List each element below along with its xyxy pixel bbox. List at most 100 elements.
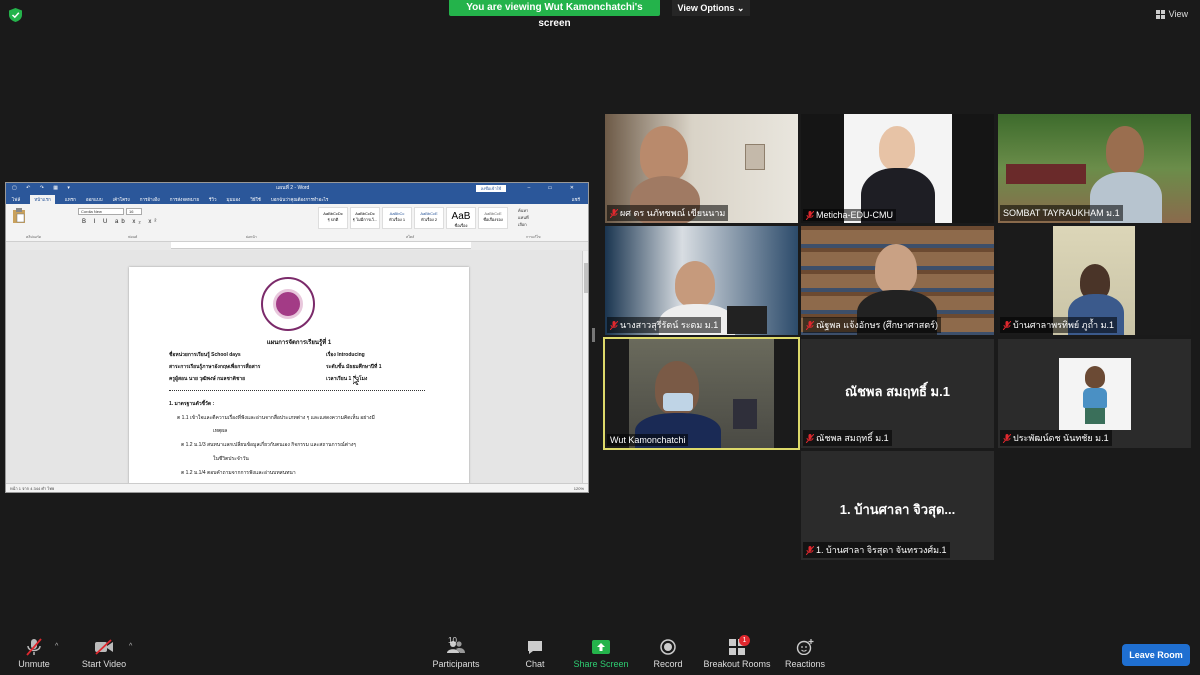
chat-icon bbox=[520, 638, 550, 656]
indicator-line: ต 1.1 เข้าใจและตีความเรื่องที่ฟังและอ่าน… bbox=[177, 415, 375, 421]
style-no-spacing: AaBbCcDc ¶ ไม่มีการเว้... bbox=[350, 207, 380, 229]
active-speaker-tile[interactable]: Wut Kamonchatchi bbox=[603, 337, 800, 450]
leave-room-button[interactable]: Leave Room bbox=[1122, 644, 1190, 666]
logo-emblem bbox=[273, 289, 303, 319]
reactions-button[interactable]: Reactions bbox=[784, 638, 826, 669]
doc-row-left: ชื่อหน่วยการเรียนรู้ School days bbox=[169, 352, 241, 358]
quick-access-toolbar: ▢ ↶ ↷ ▦ ▾ bbox=[12, 185, 74, 191]
video-tile[interactable]: ประพัฒน์ดช นันทชัย ม.1 bbox=[998, 339, 1191, 448]
muted-mic-icon bbox=[806, 320, 814, 330]
view-button[interactable]: View bbox=[1155, 9, 1188, 19]
wall-picture bbox=[745, 144, 765, 170]
group-label-clipboard: คลิปบอร์ด bbox=[26, 235, 42, 239]
muted-mic-icon bbox=[610, 208, 618, 218]
word-ribbon: Cordia New 16 B I U ab x₂ x² AaBbCcDc ¶ ป… bbox=[6, 204, 588, 242]
tab-home: หน้าแรก bbox=[30, 194, 55, 204]
audio-options-caret[interactable]: ^ bbox=[55, 643, 58, 650]
security-shield-icon[interactable] bbox=[9, 8, 22, 22]
sign-in-button: ลงชื่อเข้าใช้ bbox=[476, 185, 506, 192]
participant-name: SOMBAT TAYRAUKHAM ม.1 bbox=[1003, 208, 1120, 218]
video-tile[interactable]: Meticha-EDU-CMU bbox=[801, 114, 994, 223]
view-options-label: View Options bbox=[677, 3, 735, 13]
unmute-button[interactable]: Unmute bbox=[14, 638, 54, 669]
tab-review: รีวิว bbox=[209, 196, 217, 202]
tab-file: ไฟล์ bbox=[12, 196, 21, 202]
paste-icon bbox=[13, 208, 25, 223]
breakout-rooms-icon: 1 bbox=[702, 635, 772, 656]
participant-name: ณัชพล สมฤทธิ์ ม.1 bbox=[816, 433, 889, 443]
document-heading: แผนการจัดการเรียนรู้ที่ 1 bbox=[266, 340, 332, 346]
participant-face bbox=[879, 126, 915, 170]
participant-name-tag: บ้านศาลาพรทิพย์ ภูถ้ำ ม.1 bbox=[1000, 317, 1118, 333]
video-options-caret[interactable]: ^ bbox=[129, 643, 132, 650]
vertical-scrollbar bbox=[582, 251, 588, 484]
muted-mic-icon bbox=[610, 320, 618, 330]
section-heading: 1. มาตรฐานตัวชี้วัด : bbox=[169, 401, 215, 407]
wall-picture bbox=[733, 399, 757, 429]
share-screen-label: Share Screen bbox=[573, 659, 629, 669]
video-tile[interactable]: 1. บ้านศาลา จิวสุด... 1. บ้านศาลา จิรสุด… bbox=[801, 451, 994, 560]
share-screen-icon bbox=[572, 638, 630, 656]
participants-button[interactable]: 10 Participants bbox=[430, 636, 482, 669]
tab-layout: เค้าโครง bbox=[112, 196, 130, 202]
video-tile[interactable]: ผศ ดร นภัทชพณ์ เขียนนาม bbox=[605, 114, 798, 223]
doc-row-right: เรื่อง Introducing bbox=[326, 352, 365, 358]
face-mask bbox=[663, 393, 693, 411]
muted-microphone-icon bbox=[14, 638, 54, 656]
shared-screen-word-window: ▢ ↶ ↷ ▦ ▾ แผนที่ 2 - Word ลงชื่อเข้าใช้ … bbox=[5, 182, 589, 493]
style-title: AaB ชื่อเรื่อง bbox=[446, 207, 476, 229]
chat-label: Chat bbox=[525, 659, 545, 669]
video-tile[interactable]: ณัชพล สมฤทธิ์ ม.1 ณัชพล สมฤทธิ์ ม.1 bbox=[801, 339, 994, 448]
word-title-bar: ▢ ↶ ↷ ▦ ▾ แผนที่ 2 - Word ลงชื่อเข้าใช้ … bbox=[6, 183, 588, 194]
group-label-paragraph: ย่อหน้า bbox=[246, 235, 257, 239]
avatar-shorts bbox=[1085, 408, 1105, 424]
breakout-rooms-label: Breakout Rooms bbox=[703, 659, 771, 669]
word-status-bar: หน้า 1 จาก 4 344 คำ ไทย 120% bbox=[6, 483, 588, 492]
participant-name-tag: Wut Kamonchatchi bbox=[607, 434, 689, 446]
breakout-rooms-button[interactable]: 1 Breakout Rooms bbox=[702, 635, 772, 669]
video-tile[interactable]: นางสาวสุรีรัตน์ ระดม ม.1 bbox=[605, 226, 798, 335]
participant-name-tag: 1. บ้านศาลา จิรสุดา จันทรวงศ์ม.1 bbox=[803, 542, 950, 558]
chat-button[interactable]: Chat bbox=[520, 638, 550, 669]
tab-design: ออกแบบ bbox=[85, 196, 103, 202]
replace-button: แทนที่ bbox=[518, 215, 529, 220]
participant-name-tag: ประพัฒน์ดช นันทชัย ม.1 bbox=[1000, 430, 1112, 446]
style-normal: AaBbCcDc ¶ ปกติ bbox=[318, 207, 348, 229]
start-video-button[interactable]: Start Video bbox=[80, 638, 128, 669]
grid-view-icon bbox=[1155, 9, 1165, 19]
participant-face bbox=[875, 244, 917, 294]
tab-insert: แทรก bbox=[64, 196, 76, 202]
view-label: View bbox=[1168, 9, 1188, 19]
reactions-icon bbox=[784, 638, 826, 656]
dotted-divider bbox=[169, 390, 425, 391]
scroll-thumb bbox=[584, 263, 588, 293]
document-title: แผนที่ 2 - Word bbox=[276, 185, 310, 191]
horizontal-ruler bbox=[171, 242, 471, 249]
tab-references: การอ้างอิง bbox=[139, 196, 160, 202]
style-name: ชื่อเรื่องรอง bbox=[483, 217, 503, 222]
participant-count: 10 bbox=[448, 636, 457, 645]
select-button: เลือก bbox=[518, 222, 527, 227]
style-name: ¶ ปกติ bbox=[327, 217, 339, 222]
tab-help: วิธีใช้ bbox=[250, 196, 261, 202]
video-tile[interactable]: SOMBAT TAYRAUKHAM ม.1 bbox=[998, 114, 1191, 223]
editing-group: ค้นหา แทนที่ เลือก bbox=[518, 207, 529, 228]
share-screen-button[interactable]: Share Screen bbox=[572, 638, 630, 669]
avatar-shirt bbox=[1083, 388, 1107, 408]
style-heading-1: AaBbCc หัวเรื่อง 1 bbox=[382, 207, 412, 229]
chevron-down-icon: ⌄ bbox=[736, 3, 745, 13]
participant-name-tag: ณัชพล สมฤทธิ์ ม.1 bbox=[803, 430, 892, 446]
view-options-button[interactable]: View Options ⌄ bbox=[672, 0, 750, 16]
participant-display-name: ณัชพล สมฤทธิ์ ม.1 bbox=[845, 384, 950, 399]
video-tile[interactable]: บ้านศาลาพรทิพย์ ภูถ้ำ ม.1 bbox=[998, 226, 1191, 335]
record-button[interactable]: Record bbox=[652, 638, 684, 669]
doc-row-right: เวลาเรียน 1 ชั่วโมง bbox=[326, 376, 368, 382]
muted-mic-icon bbox=[806, 545, 814, 555]
video-tile[interactable]: ณัฐพล แจ้งอักษร (ศึกษาศาสตร์) bbox=[801, 226, 994, 335]
mouse-cursor-icon bbox=[353, 376, 359, 385]
reactions-label: Reactions bbox=[784, 659, 826, 669]
style-name: ¶ ไม่มีการเว้... bbox=[352, 217, 378, 222]
split-view-handle[interactable] bbox=[592, 328, 595, 342]
unmute-label: Unmute bbox=[18, 659, 50, 669]
indicator-line: ในชีวิตประจำวัน bbox=[213, 456, 249, 462]
